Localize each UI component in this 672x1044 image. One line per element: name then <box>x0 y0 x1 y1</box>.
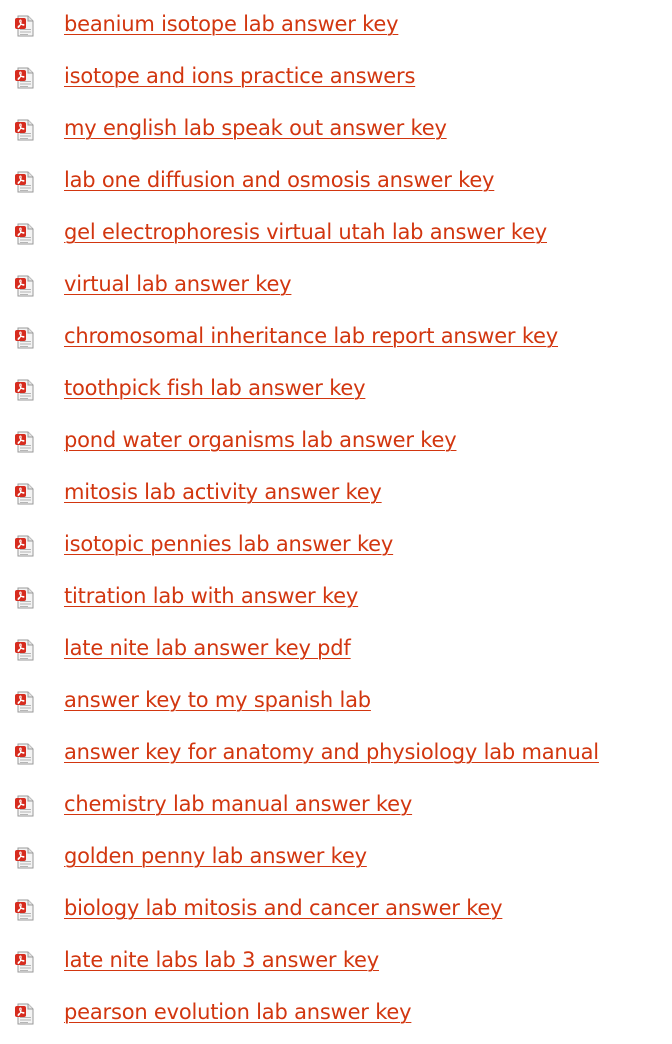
pdf-file-icon <box>14 327 36 349</box>
list-item: my english lab speak out answer key <box>0 108 672 160</box>
pdf-link[interactable]: lab one diffusion and osmosis answer key <box>64 168 494 192</box>
list-item: pond water organisms lab answer key <box>0 420 672 472</box>
pdf-file-icon <box>14 795 36 817</box>
pdf-link[interactable]: chromosomal inheritance lab report answe… <box>64 324 558 348</box>
list-item: beanium isotope lab answer key <box>0 4 672 56</box>
list-item: titration lab with answer key <box>0 576 672 628</box>
pdf-link[interactable]: answer key to my spanish lab <box>64 688 371 712</box>
list-item: lab one diffusion and osmosis answer key <box>0 160 672 212</box>
list-item: gel electrophoresis virtual utah lab ans… <box>0 212 672 264</box>
list-item: isotopic pennies lab answer key <box>0 524 672 576</box>
pdf-link[interactable]: isotope and ions practice answers <box>64 64 415 88</box>
pdf-file-icon <box>14 431 36 453</box>
list-item: mitosis lab activity answer key <box>0 472 672 524</box>
list-item: golden penny lab answer key <box>0 836 672 888</box>
pdf-file-icon <box>14 15 36 37</box>
pdf-link[interactable]: isotopic pennies lab answer key <box>64 532 393 556</box>
pdf-file-icon <box>14 171 36 193</box>
list-item: toothpick fish lab answer key <box>0 368 672 420</box>
pdf-file-icon <box>14 67 36 89</box>
pdf-link[interactable]: virtual lab answer key <box>64 272 292 296</box>
list-item: chromosomal inheritance lab report answe… <box>0 316 672 368</box>
pdf-link-list: beanium isotope lab answer key isotope a… <box>0 4 672 1044</box>
list-item: answer key for anatomy and physiology la… <box>0 732 672 784</box>
pdf-file-icon <box>14 639 36 661</box>
list-item: chemistry lab manual answer key <box>0 784 672 836</box>
pdf-file-icon <box>14 951 36 973</box>
pdf-link[interactable]: late nite labs lab 3 answer key <box>64 948 379 972</box>
pdf-file-icon <box>14 483 36 505</box>
list-item: late nite labs lab 3 answer key <box>0 940 672 992</box>
pdf-file-icon <box>14 691 36 713</box>
pdf-file-icon <box>14 1003 36 1025</box>
pdf-file-icon <box>14 275 36 297</box>
pdf-file-icon <box>14 535 36 557</box>
pdf-file-icon <box>14 743 36 765</box>
pdf-file-icon <box>14 119 36 141</box>
list-item: isotope and ions practice answers <box>0 56 672 108</box>
list-item: answer key to my spanish lab <box>0 680 672 732</box>
pdf-link[interactable]: pearson evolution lab answer key <box>64 1000 412 1024</box>
list-item: pearson evolution lab answer key <box>0 992 672 1044</box>
list-item: biology lab mitosis and cancer answer ke… <box>0 888 672 940</box>
pdf-link[interactable]: answer key for anatomy and physiology la… <box>64 740 599 764</box>
pdf-link[interactable]: beanium isotope lab answer key <box>64 12 399 36</box>
list-item: late nite lab answer key pdf <box>0 628 672 680</box>
list-item: virtual lab answer key <box>0 264 672 316</box>
pdf-link[interactable]: toothpick fish lab answer key <box>64 376 366 400</box>
pdf-file-icon <box>14 587 36 609</box>
pdf-file-icon <box>14 847 36 869</box>
pdf-link[interactable]: biology lab mitosis and cancer answer ke… <box>64 896 503 920</box>
pdf-link[interactable]: mitosis lab activity answer key <box>64 480 382 504</box>
pdf-file-icon <box>14 379 36 401</box>
pdf-file-icon <box>14 899 36 921</box>
pdf-link[interactable]: chemistry lab manual answer key <box>64 792 412 816</box>
pdf-link[interactable]: golden penny lab answer key <box>64 844 367 868</box>
pdf-link[interactable]: gel electrophoresis virtual utah lab ans… <box>64 220 547 244</box>
pdf-link[interactable]: late nite lab answer key pdf <box>64 636 351 660</box>
pdf-link[interactable]: my english lab speak out answer key <box>64 116 447 140</box>
pdf-link[interactable]: titration lab with answer key <box>64 584 358 608</box>
pdf-file-icon <box>14 223 36 245</box>
pdf-link[interactable]: pond water organisms lab answer key <box>64 428 457 452</box>
